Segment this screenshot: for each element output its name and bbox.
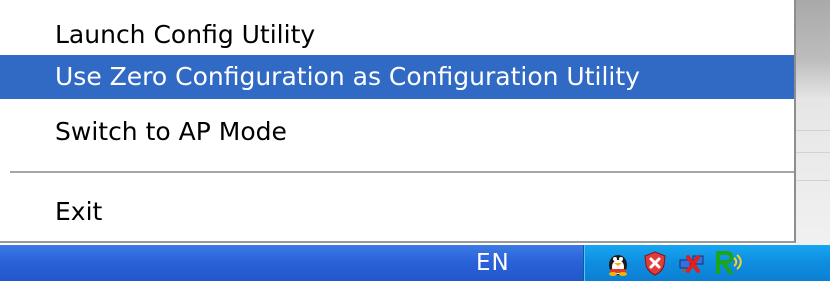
menu-item-switch-to-ap-mode[interactable]: Switch to AP Mode xyxy=(0,110,794,154)
menu-item-exit[interactable]: Exit xyxy=(0,190,794,234)
wireless-utility-icon[interactable] xyxy=(713,250,742,276)
menu-item-use-zero-configuration[interactable]: Use Zero Configuration as Configuration … xyxy=(0,55,794,99)
language-indicator[interactable]: EN xyxy=(476,248,536,278)
network-disconnected-icon[interactable] xyxy=(679,250,705,276)
menu-item-launch-config-utility[interactable]: Launch Config Utility xyxy=(0,13,794,57)
security-shield-icon[interactable] xyxy=(642,250,668,276)
menu-separator xyxy=(10,171,794,174)
background-window xyxy=(795,0,830,250)
messenger-penguin-icon[interactable] xyxy=(605,250,631,276)
tray-context-menu: Launch Config Utility Use Zero Configura… xyxy=(0,0,796,243)
